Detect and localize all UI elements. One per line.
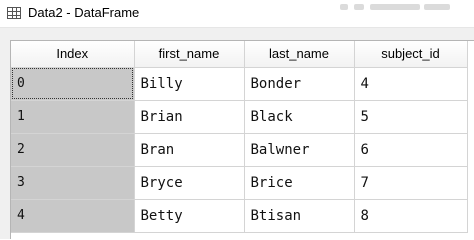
first-name-cell[interactable]: Bryce [134,166,245,200]
table-row[interactable]: 3 Bryce Brice 7 [11,166,468,200]
dataframe-table-frame[interactable]: Index first_name last_name subject_id 0 … [10,40,474,239]
dataframe-window: Data2 - DataFrame Index first_name last_… [0,0,474,239]
index-cell[interactable]: 0 [11,67,135,101]
table-row[interactable]: 0 Billy Bonder 4 [11,67,468,101]
last-name-cell[interactable]: Btisan [244,199,355,233]
first-name-cell[interactable]: Betty [134,199,245,233]
first-name-cell[interactable]: Brian [134,100,245,134]
last-name-cell[interactable]: Black [244,100,355,134]
subject-id-cell[interactable]: 6 [354,133,468,167]
index-cell[interactable]: 1 [11,100,135,134]
subject-id-cell[interactable]: 7 [354,166,468,200]
table-icon [7,7,21,19]
subject-id-cell[interactable]: 4 [354,67,468,101]
column-header-last-name[interactable]: last_name [244,41,355,68]
first-name-cell[interactable]: Bran [134,133,245,167]
index-cell[interactable]: 4 [11,199,135,233]
window-title: Data2 - DataFrame [28,5,140,20]
last-name-cell[interactable]: Bonder [244,67,355,101]
table-row[interactable]: 4 Betty Btisan 8 [11,199,468,233]
index-cell[interactable]: 3 [11,166,135,200]
column-header-first-name[interactable]: first_name [134,41,245,68]
last-name-cell[interactable]: Balwner [244,133,355,167]
subject-id-cell[interactable]: 8 [354,199,468,233]
index-cell[interactable]: 2 [11,133,135,167]
dataframe-table: Index first_name last_name subject_id 0 … [11,41,468,233]
column-header-subject-id[interactable]: subject_id [354,41,468,68]
header-row: Index first_name last_name subject_id [11,41,468,68]
last-name-cell[interactable]: Brice [244,166,355,200]
title-bar-decoration [340,4,460,12]
title-bar: Data2 - DataFrame [0,0,474,28]
table-row[interactable]: 1 Brian Black 5 [11,100,468,134]
column-header-index[interactable]: Index [11,41,135,68]
first-name-cell[interactable]: Billy [134,67,245,101]
subject-id-cell[interactable]: 5 [354,100,468,134]
table-row[interactable]: 2 Bran Balwner 6 [11,133,468,167]
